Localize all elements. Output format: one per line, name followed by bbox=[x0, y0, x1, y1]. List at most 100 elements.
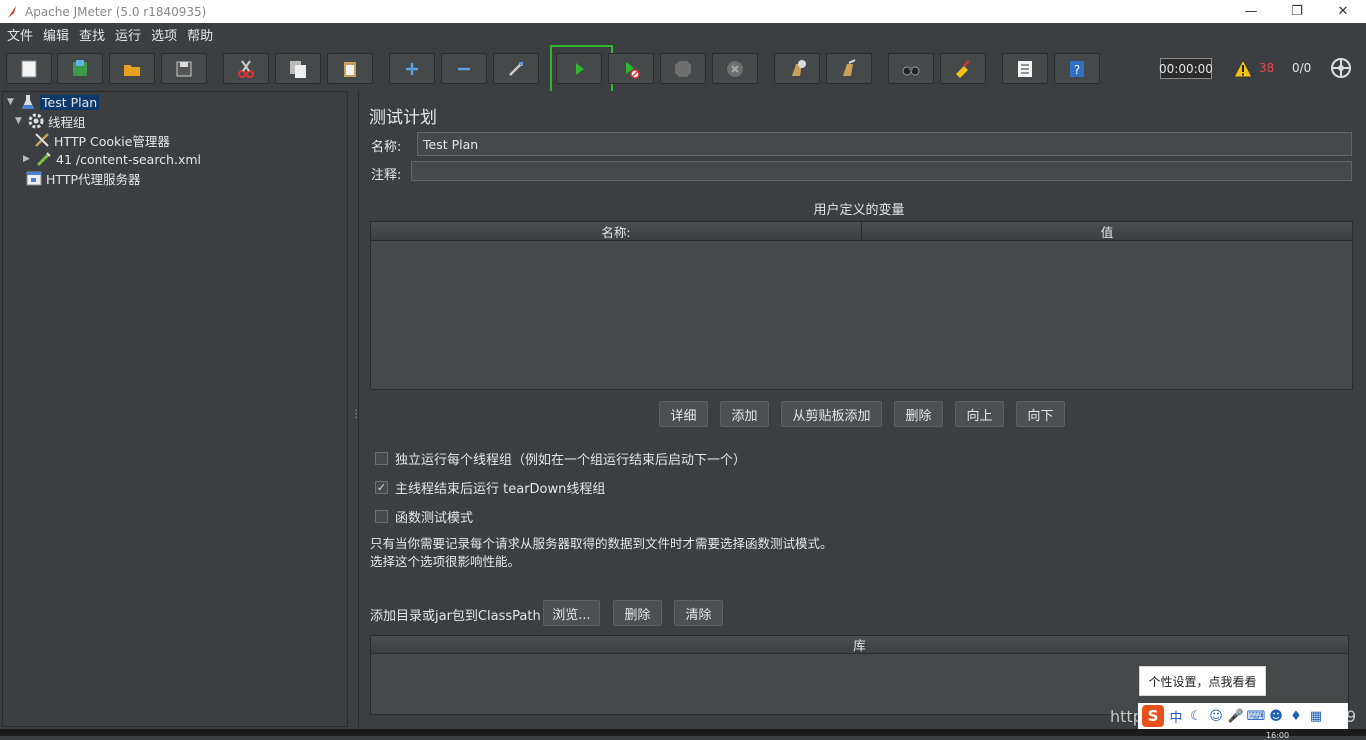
function-list-icon bbox=[1018, 60, 1032, 77]
maximize-button[interactable]: ❐ bbox=[1274, 0, 1320, 23]
name-field[interactable]: Test Plan bbox=[417, 132, 1352, 156]
add-from-clipboard-button[interactable]: 从剪贴板添加 bbox=[781, 401, 882, 427]
collapse-arrow-icon[interactable]: ▼ bbox=[7, 97, 17, 107]
toolbox-grid-icon[interactable]: ▦ bbox=[1308, 708, 1324, 724]
svg-text:?: ? bbox=[1074, 63, 1080, 77]
minus-icon bbox=[458, 67, 470, 70]
elapsed-timer: 00:00:00 bbox=[1159, 58, 1213, 79]
chinese-mode-toggle[interactable]: 中 bbox=[1168, 708, 1184, 726]
keyboard-icon[interactable]: ⌨ bbox=[1247, 708, 1266, 724]
browse-button[interactable]: 浏览... bbox=[543, 600, 600, 626]
tree-node-http-sampler[interactable]: ▶ 41 /content-search.xml bbox=[23, 150, 201, 168]
toggle-wand-icon bbox=[509, 61, 523, 76]
column-library[interactable]: 库 bbox=[371, 636, 1348, 653]
comment-field[interactable] bbox=[411, 161, 1352, 181]
save-button[interactable] bbox=[161, 53, 207, 84]
comment-label: 注释: bbox=[371, 168, 402, 183]
test-plan-icon bbox=[22, 95, 34, 109]
name-label: 名称: bbox=[371, 140, 402, 155]
moon-punctuation-icon[interactable]: ☾ bbox=[1188, 708, 1204, 724]
option-label: 函数测试模式 bbox=[395, 511, 474, 526]
shutdown-button[interactable] bbox=[712, 53, 758, 84]
tree-node-label[interactable]: 线程组 bbox=[48, 112, 86, 131]
tree-node-label[interactable]: HTTP Cookie管理器 bbox=[54, 131, 170, 150]
new-button[interactable] bbox=[6, 53, 52, 84]
toggle-button[interactable] bbox=[493, 53, 539, 84]
delete-button[interactable]: 删除 bbox=[894, 401, 943, 427]
copy-button[interactable] bbox=[275, 53, 321, 84]
collapse-all-button[interactable] bbox=[441, 53, 487, 84]
menu-run[interactable]: 运行 bbox=[110, 25, 146, 44]
column-name[interactable]: 名称: bbox=[371, 222, 862, 240]
open-button[interactable] bbox=[109, 53, 155, 84]
clear-all-button[interactable] bbox=[826, 53, 872, 84]
classpath-delete-button[interactable]: 删除 bbox=[613, 600, 662, 626]
reset-search-button[interactable] bbox=[940, 53, 986, 84]
cut-button[interactable] bbox=[223, 53, 269, 84]
paste-button[interactable] bbox=[327, 53, 373, 84]
close-button[interactable]: ✕ bbox=[1320, 0, 1366, 23]
remote-target-icon[interactable] bbox=[1330, 57, 1352, 79]
move-up-button[interactable]: 向上 bbox=[955, 401, 1004, 427]
menu-search[interactable]: 查找 bbox=[74, 25, 110, 44]
play-icon bbox=[576, 62, 584, 75]
error-count[interactable]: 38 bbox=[1259, 61, 1274, 75]
clothing-skin-icon[interactable]: ♦ bbox=[1288, 708, 1304, 724]
option-functional-mode[interactable]: 函数测试模式 bbox=[375, 507, 473, 526]
start-no-pauses-button[interactable] bbox=[608, 53, 654, 84]
warning-triangle-icon[interactable] bbox=[1233, 59, 1253, 78]
tree-node-test-plan[interactable]: ▼ Test Plan bbox=[7, 93, 100, 111]
start-button[interactable] bbox=[556, 53, 602, 84]
cookie-manager-tools-icon bbox=[35, 133, 49, 147]
option-run-sequentially[interactable]: 独立运行每个线程组（例如在一个组运行结束后启动下一个） bbox=[375, 449, 746, 468]
microphone-icon[interactable]: 🎤 bbox=[1228, 708, 1244, 724]
menu-options[interactable]: 选项 bbox=[146, 25, 182, 44]
test-plan-panel: 测试计划 名称: Test Plan 注释: 用户定义的变量 名称: 值 详细 … bbox=[358, 91, 1364, 727]
ime-tooltip[interactable]: 个性设置，点我看看 bbox=[1139, 666, 1266, 696]
emoji-icon[interactable]: ☺ bbox=[1208, 708, 1224, 724]
teardown-checkbox[interactable]: ✓ bbox=[375, 481, 388, 494]
add-button[interactable]: 添加 bbox=[720, 401, 769, 427]
tree-node-label[interactable]: 41 /content-search.xml bbox=[56, 152, 201, 167]
column-value[interactable]: 值 bbox=[862, 222, 1352, 240]
option-label: 主线程结束后运行 tearDown线程组 bbox=[395, 482, 606, 497]
table-header: 库 bbox=[371, 636, 1348, 654]
expand-arrow-icon[interactable]: ▶ bbox=[23, 154, 33, 164]
tree-node-proxy-server[interactable]: HTTP代理服务器 bbox=[25, 169, 141, 187]
expand-all-button[interactable] bbox=[389, 53, 435, 84]
move-down-button[interactable]: 向下 bbox=[1016, 401, 1065, 427]
panel-splitter[interactable]: ⋮ bbox=[349, 91, 361, 727]
collapse-arrow-icon[interactable]: ▼ bbox=[15, 116, 25, 126]
search-button[interactable] bbox=[888, 53, 934, 84]
stop-button[interactable] bbox=[660, 53, 706, 84]
proxy-server-icon bbox=[26, 171, 42, 186]
user-variables-table[interactable]: 名称: 值 bbox=[370, 221, 1353, 390]
stop-octagon-icon bbox=[675, 60, 691, 77]
reset-search-broom-icon bbox=[956, 59, 970, 78]
tree-node-label[interactable]: HTTP代理服务器 bbox=[46, 169, 141, 188]
functional-mode-note-line-2: 选择这个选项很影响性能。 bbox=[370, 554, 521, 569]
plus-icon bbox=[406, 62, 418, 75]
option-teardown-on-shutdown[interactable]: ✓ 主线程结束后运行 tearDown线程组 bbox=[375, 478, 605, 497]
minimize-button[interactable]: — bbox=[1228, 0, 1274, 23]
thread-group-gear-icon bbox=[28, 113, 44, 129]
functional-mode-checkbox[interactable] bbox=[375, 510, 388, 523]
classpath-clear-button[interactable]: 清除 bbox=[674, 600, 723, 626]
clear-button[interactable] bbox=[774, 53, 820, 84]
run-sequentially-checkbox[interactable] bbox=[375, 452, 388, 465]
function-helper-button[interactable] bbox=[1002, 53, 1048, 84]
user-icon[interactable]: ☻ bbox=[1268, 708, 1284, 724]
scissors-icon bbox=[238, 59, 254, 78]
tree-node-thread-group[interactable]: ▼ 线程组 bbox=[15, 112, 86, 130]
menu-edit[interactable]: 编辑 bbox=[38, 25, 74, 44]
detail-button[interactable]: 详细 bbox=[659, 401, 708, 427]
sogou-ime-logo-icon[interactable]: S bbox=[1142, 705, 1164, 727]
tree-node-cookie-manager[interactable]: HTTP Cookie管理器 bbox=[33, 131, 170, 149]
save-disk-icon bbox=[176, 61, 192, 76]
tree-node-label[interactable]: Test Plan bbox=[40, 94, 100, 110]
menu-help[interactable]: 帮助 bbox=[182, 25, 218, 44]
templates-button[interactable] bbox=[57, 53, 103, 84]
menu-file[interactable]: 文件 bbox=[2, 25, 38, 44]
help-button[interactable]: ? bbox=[1054, 53, 1100, 84]
title-bar: Apache JMeter (5.0 r1840935) — ❐ ✕ bbox=[0, 0, 1366, 23]
